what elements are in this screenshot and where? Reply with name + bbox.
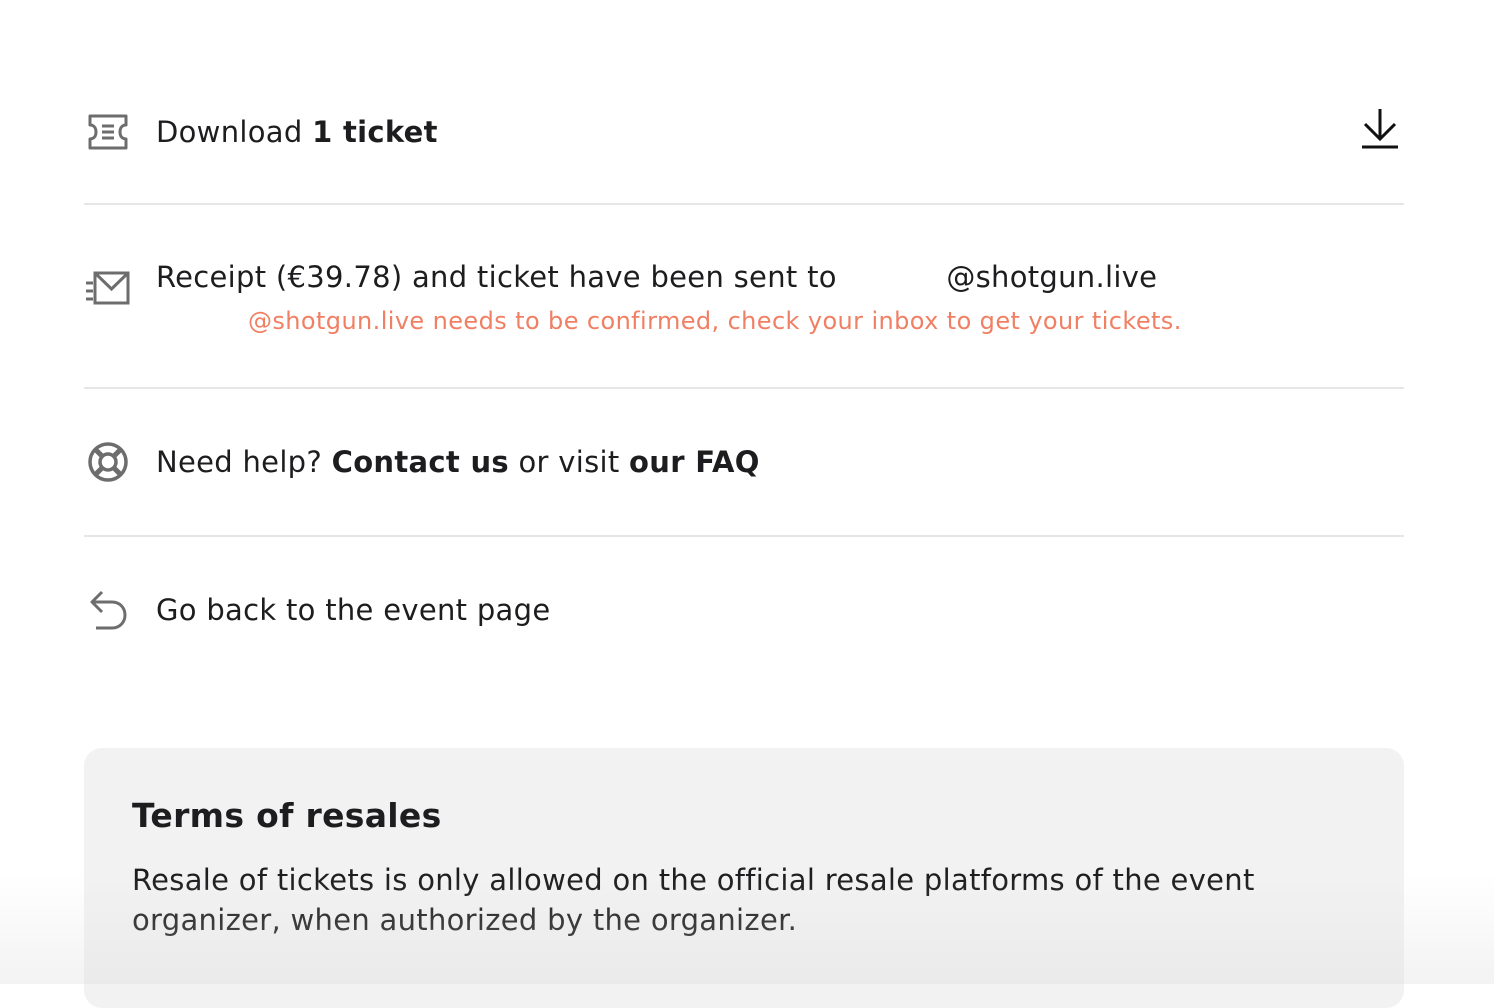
- terms-body: Resale of tickets is only allowed on the…: [132, 863, 1255, 937]
- email-domain: @shotgun.live: [946, 260, 1158, 294]
- undo-arrow-icon: [84, 586, 132, 634]
- receipt-row: Receipt (€39.78) and ticket have been se…: [84, 205, 1404, 387]
- lifebuoy-icon: [84, 438, 132, 486]
- receipt-sent-text: Receipt (€39.78) and ticket have been se…: [156, 260, 847, 294]
- ticket-count: 1 ticket: [312, 114, 438, 149]
- faq-link[interactable]: our FAQ: [629, 445, 760, 479]
- back-to-event-label[interactable]: Go back to the event page: [156, 590, 550, 630]
- help-row: Need help? Contact us or visit our FAQ: [84, 389, 1404, 535]
- confirmation-actions-list: Download 1 ticket Receipt (€39.78) and t…: [84, 0, 1404, 683]
- ticket-icon: [84, 108, 132, 156]
- download-ticket-row[interactable]: Download 1 ticket: [84, 0, 1404, 203]
- back-to-event-row[interactable]: Go back to the event page: [84, 537, 1404, 683]
- contact-us-link[interactable]: Contact us: [332, 445, 509, 479]
- warning-text: @shotgun.live needs to be confirmed, che…: [248, 307, 1182, 335]
- help-text: Need help? Contact us or visit our FAQ: [156, 442, 760, 482]
- download-label: Download 1 ticket: [156, 112, 438, 152]
- terms-of-resales-card: Terms of resales Resale of tickets is on…: [84, 748, 1404, 1008]
- download-icon[interactable]: [1360, 106, 1400, 150]
- mail-sent-icon: [84, 265, 132, 313]
- redacted-email-user: [156, 310, 248, 334]
- receipt-text: Receipt (€39.78) and ticket have been se…: [156, 257, 1157, 297]
- download-prefix: Download: [156, 114, 313, 149]
- terms-title: Terms of resales: [132, 796, 442, 835]
- redacted-email-user: [846, 264, 947, 294]
- help-middle: or visit: [508, 445, 630, 479]
- email-confirmation-warning: @shotgun.live needs to be confirmed, che…: [156, 305, 1182, 337]
- help-prefix: Need help?: [156, 445, 332, 479]
